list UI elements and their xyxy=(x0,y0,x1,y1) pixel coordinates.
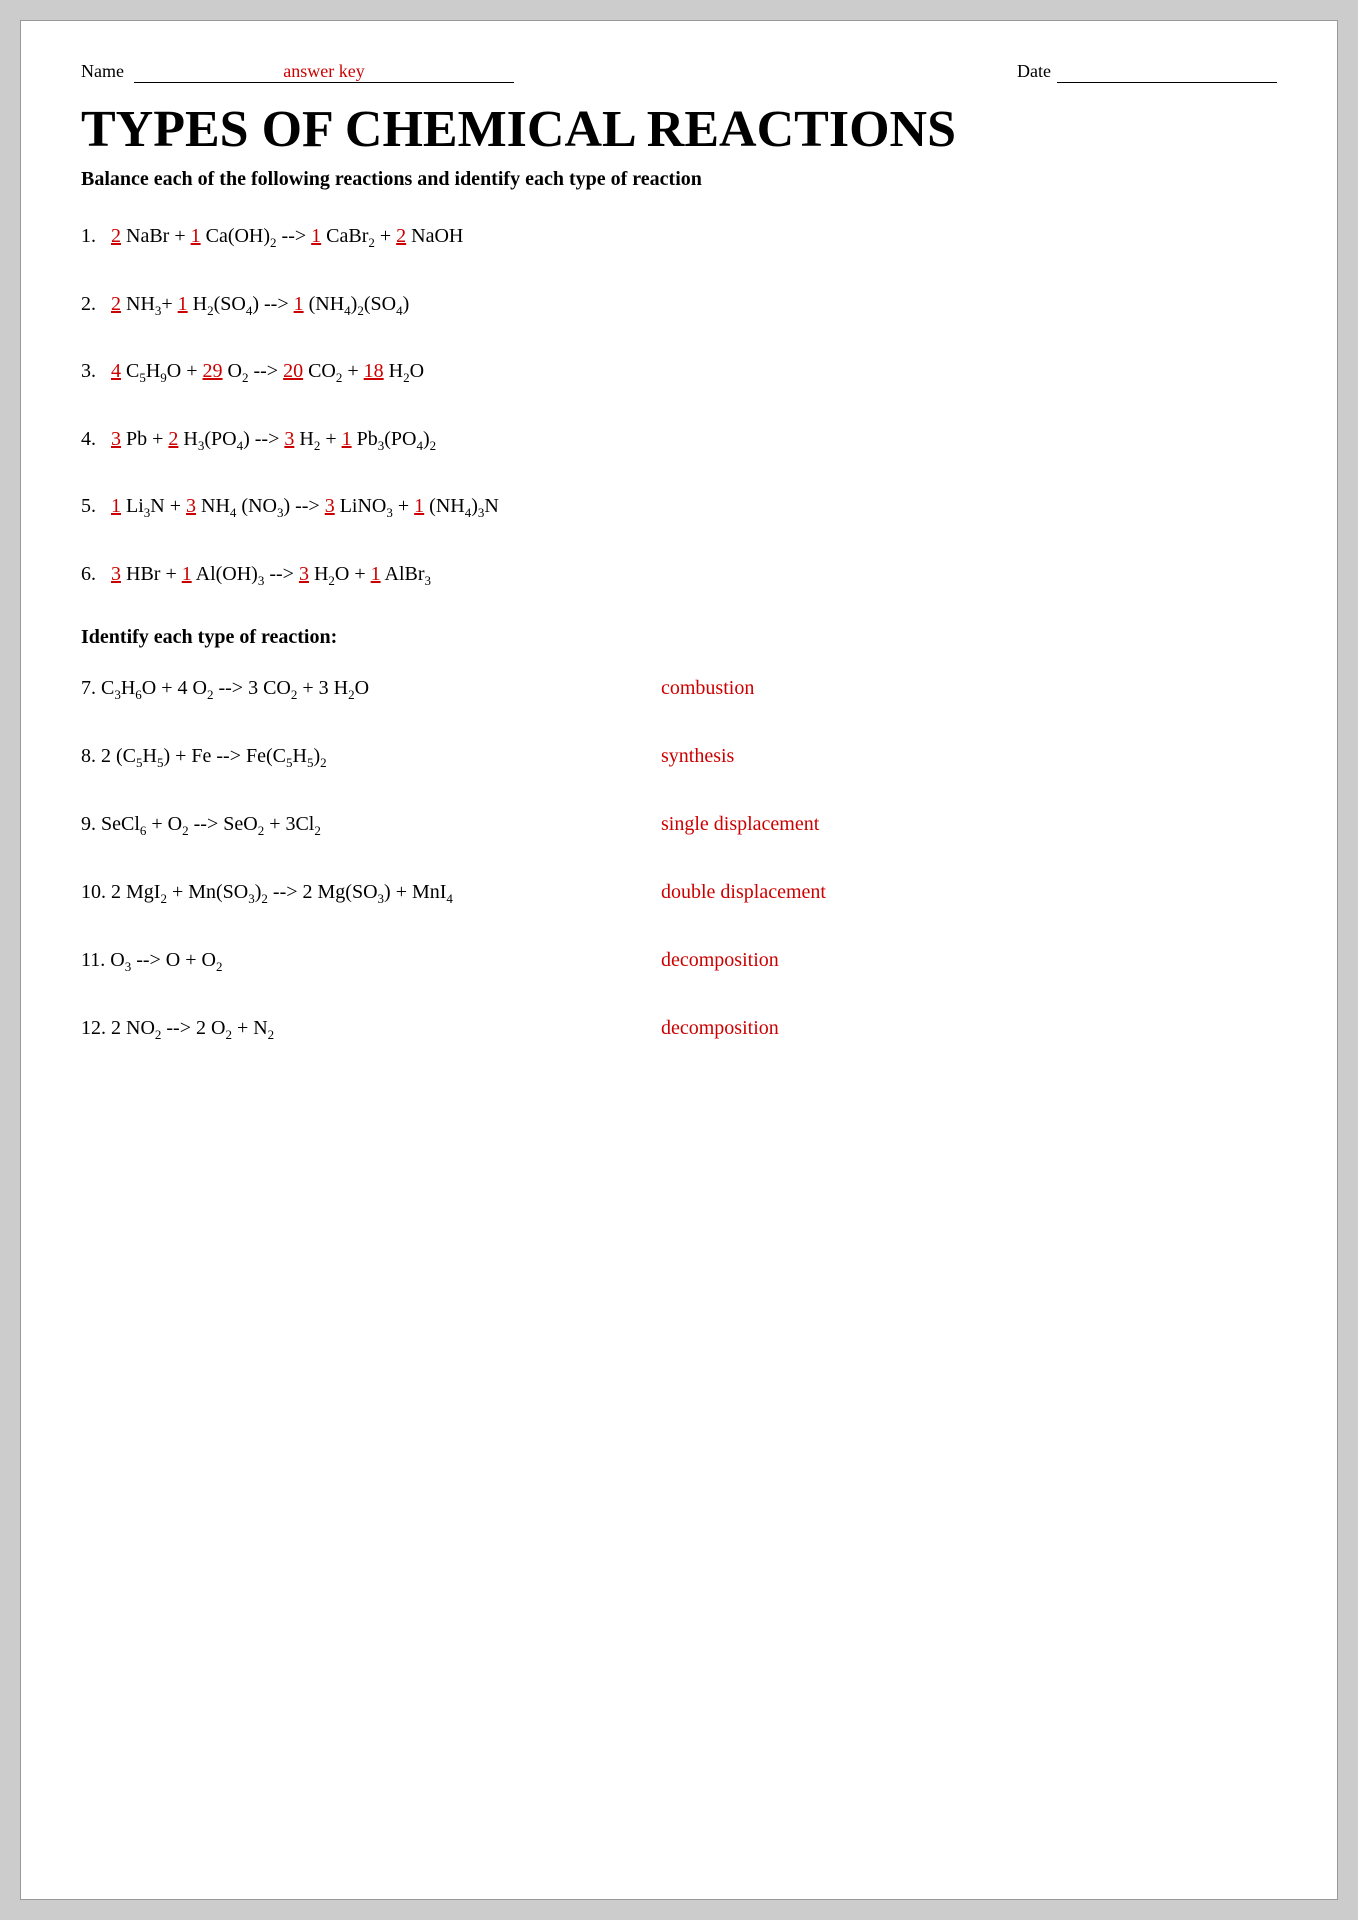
identify-10-equation: 10. 2 MgI2 + Mn(SO3)2 --> 2 Mg(SO3) + Mn… xyxy=(81,881,641,907)
name-label: Name xyxy=(81,61,124,82)
problem-6-number: 6. xyxy=(81,559,111,589)
page: Name answer key Date TYPES OF CHEMICAL R… xyxy=(20,20,1338,1900)
reaction-type-8: synthesis xyxy=(661,745,734,768)
coeff-4-2: 2 xyxy=(168,428,178,450)
coeff-6-4: 1 xyxy=(371,563,381,585)
coeff-6-3: 3 xyxy=(299,563,309,585)
reaction-type-10: double displacement xyxy=(661,881,826,904)
problem-4: 4. 3 Pb + 2 H3(PO4) --> 3 H2 + 1 Pb3(PO4… xyxy=(81,424,1277,456)
coeff-4-3: 3 xyxy=(284,428,294,450)
coeff-5-1: 1 xyxy=(111,495,121,517)
coeff-2-2: 1 xyxy=(178,293,188,315)
coeff-1-3: 1 xyxy=(311,225,321,247)
problem-1-number: 1. xyxy=(81,221,111,251)
identify-problem-10: 10. 2 MgI2 + Mn(SO3)2 --> 2 Mg(SO3) + Mn… xyxy=(81,881,1277,907)
problem-6-equation: 3 HBr + 1 Al(OH)3 --> 3 H2O + 1 AlBr3 xyxy=(111,559,431,591)
identify-problem-9: 9. SeCl6 + O2 --> SeO2 + 3Cl2 single dis… xyxy=(81,813,1277,839)
identify-8-equation: 8. 2 (C5H5) + Fe --> Fe(C5H5)2 xyxy=(81,745,641,771)
problem-1-equation: 2 NaBr + 1 Ca(OH)2 --> 1 CaBr2 + 2 NaOH xyxy=(111,221,463,253)
problem-4-number: 4. xyxy=(81,424,111,454)
identify-problem-8: 8. 2 (C5H5) + Fe --> Fe(C5H5)2 synthesis xyxy=(81,745,1277,771)
coeff-3-2: 29 xyxy=(203,360,223,382)
reaction-type-7: combustion xyxy=(661,677,754,700)
identify-problem-12: 12. 2 NO2 --> 2 O2 + N2 decomposition xyxy=(81,1017,1277,1043)
problem-5-equation: 1 Li3N + 3 NH4 (NO3) --> 3 LiNO3 + 1 (NH… xyxy=(111,491,499,523)
coeff-3-1: 4 xyxy=(111,360,121,382)
problem-1: 1. 2 NaBr + 1 Ca(OH)2 --> 1 CaBr2 + 2 Na… xyxy=(81,221,1277,253)
coeff-1-4: 2 xyxy=(396,225,406,247)
date-underline xyxy=(1057,61,1277,83)
main-title: TYPES OF CHEMICAL REACTIONS xyxy=(81,101,1277,158)
reaction-type-9: single displacement xyxy=(661,813,819,836)
date-label: Date xyxy=(1017,61,1051,82)
coeff-2-1: 2 xyxy=(111,293,121,315)
problem-2-equation: 2 NH3+ 1 H2(SO4) --> 1 (NH4)2(SO4) xyxy=(111,289,409,321)
coeff-2-3: 1 xyxy=(294,293,304,315)
answer-key-underline: answer key xyxy=(134,61,514,83)
problem-3: 3. 4 C5H9O + 29 O2 --> 20 CO2 + 18 H2O xyxy=(81,356,1277,388)
problem-6: 6. 3 HBr + 1 Al(OH)3 --> 3 H2O + 1 AlBr3 xyxy=(81,559,1277,591)
reaction-type-12: decomposition xyxy=(661,1017,779,1040)
coeff-5-3: 3 xyxy=(325,495,335,517)
problem-5-number: 5. xyxy=(81,491,111,521)
date-section: Date xyxy=(1017,61,1277,83)
coeff-5-2: 3 xyxy=(186,495,196,517)
identify-11-equation: 11. O3 --> O + O2 xyxy=(81,949,641,975)
coeff-1-1: 2 xyxy=(111,225,121,247)
coeff-5-4: 1 xyxy=(414,495,424,517)
identify-12-equation: 12. 2 NO2 --> 2 O2 + N2 xyxy=(81,1017,641,1043)
identify-9-equation: 9. SeCl6 + O2 --> SeO2 + 3Cl2 xyxy=(81,813,641,839)
problem-4-equation: 3 Pb + 2 H3(PO4) --> 3 H2 + 1 Pb3(PO4)2 xyxy=(111,424,436,456)
header: Name answer key Date xyxy=(81,61,1277,83)
reaction-type-11: decomposition xyxy=(661,949,779,972)
coeff-6-1: 3 xyxy=(111,563,121,585)
problem-3-equation: 4 C5H9O + 29 O2 --> 20 CO2 + 18 H2O xyxy=(111,356,424,388)
problem-2-number: 2. xyxy=(81,289,111,319)
problem-2: 2. 2 NH3+ 1 H2(SO4) --> 1 (NH4)2(SO4) xyxy=(81,289,1277,321)
coeff-4-4: 1 xyxy=(342,428,352,450)
identify-problem-11: 11. O3 --> O + O2 decomposition xyxy=(81,949,1277,975)
coeff-3-3: 20 xyxy=(283,360,303,382)
identify-problem-7: 7. C3H6O + 4 O2 --> 3 CO2 + 3 H2O combus… xyxy=(81,677,1277,703)
problem-3-number: 3. xyxy=(81,356,111,386)
identify-7-equation: 7. C3H6O + 4 O2 --> 3 CO2 + 3 H2O xyxy=(81,677,641,703)
coeff-3-4: 18 xyxy=(364,360,384,382)
identify-header: Identify each type of reaction: xyxy=(81,626,1277,649)
coeff-6-2: 1 xyxy=(182,563,192,585)
answer-key-text: answer key xyxy=(283,61,364,81)
subtitle: Balance each of the following reactions … xyxy=(81,168,1277,191)
name-section: Name answer key xyxy=(81,61,514,83)
problem-5: 5. 1 Li3N + 3 NH4 (NO3) --> 3 LiNO3 + 1 … xyxy=(81,491,1277,523)
coeff-4-1: 3 xyxy=(111,428,121,450)
coeff-1-2: 1 xyxy=(191,225,201,247)
